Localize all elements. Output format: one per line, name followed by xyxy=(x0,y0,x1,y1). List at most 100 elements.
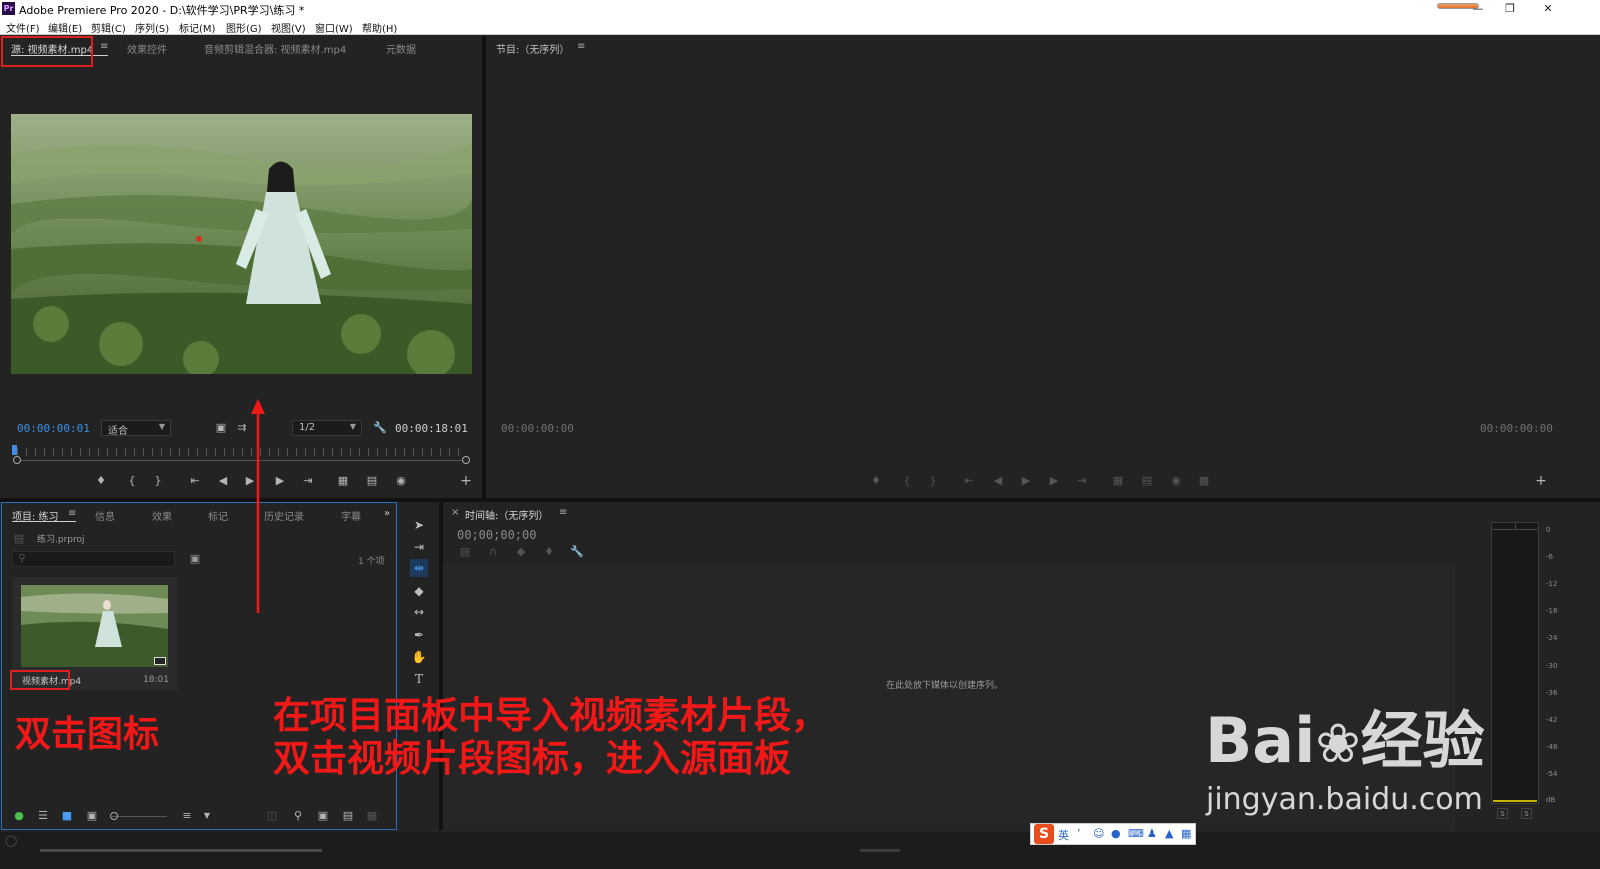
ripple-edit-tool-icon[interactable]: ⇹ xyxy=(410,559,428,577)
trash-icon[interactable]: ▦ xyxy=(365,810,379,822)
slider-handle[interactable] xyxy=(110,812,118,820)
menu-file[interactable]: 文件(F) xyxy=(6,20,40,35)
timeline-settings-icon[interactable]: 🔧 xyxy=(570,546,584,558)
tab-info[interactable]: 信息 xyxy=(95,508,115,523)
export-frame-icon[interactable]: ◉ xyxy=(1169,475,1183,487)
source-zoom-bar[interactable] xyxy=(17,460,467,461)
button-editor-plus-icon[interactable]: + xyxy=(459,474,473,488)
punctuation-icon[interactable]: ’ xyxy=(1077,827,1081,840)
insert-icon[interactable]: ▦ xyxy=(336,475,350,487)
track-select-tool-icon[interactable]: ⇥ xyxy=(410,538,428,556)
chevron-down-icon[interactable]: ▼ xyxy=(200,810,214,822)
pen-tool-icon[interactable]: ✒ xyxy=(410,626,428,644)
menu-graphics[interactable]: 图形(G) xyxy=(226,20,262,35)
project-search-input[interactable]: ⚲ xyxy=(12,551,175,567)
project-menu-icon[interactable]: ≡ xyxy=(68,508,76,519)
zoom-handle-left[interactable] xyxy=(13,456,21,464)
tab-program[interactable]: 节目:（无序列） xyxy=(496,41,569,56)
comparison-view-icon[interactable]: ▩ xyxy=(1197,475,1211,487)
play-icon[interactable]: ▶ xyxy=(1019,475,1033,487)
freeform-view-icon[interactable]: ▣ xyxy=(85,810,99,822)
automate-to-sequence-icon[interactable]: ◫ xyxy=(265,810,279,822)
user-icon[interactable]: ♟ xyxy=(1147,827,1157,840)
menu-view[interactable]: 视图(V) xyxy=(271,20,306,35)
mark-out-icon[interactable]: } xyxy=(926,475,940,487)
restore-button[interactable]: ❐ xyxy=(1492,0,1528,18)
microphone-icon[interactable]: ● xyxy=(1111,827,1121,840)
source-current-timecode[interactable]: 00:00:00:01 xyxy=(17,422,90,435)
thumbnail-size-slider[interactable] xyxy=(112,816,167,817)
slip-tool-icon[interactable]: ↔ xyxy=(410,603,428,621)
source-resolution-dropdown[interactable]: 1/2 ▼ xyxy=(292,420,362,436)
program-menu-icon[interactable]: ≡ xyxy=(577,41,585,52)
tab-markers[interactable]: 标记 xyxy=(208,508,228,523)
menu-marker[interactable]: 标记(M) xyxy=(179,20,215,35)
extract-icon[interactable]: ▤ xyxy=(1140,475,1154,487)
timeline-timecode[interactable]: 00;00;00;00 xyxy=(457,528,536,542)
close-window-button[interactable]: ✕ xyxy=(1530,0,1566,18)
mark-in-icon[interactable]: { xyxy=(900,475,914,487)
linked-selection-icon[interactable]: ◆ xyxy=(514,546,528,558)
menu-sequence[interactable]: 序列(S) xyxy=(135,20,169,35)
go-to-in-icon[interactable]: ⇤ xyxy=(188,475,202,487)
tab-timeline[interactable]: 时间轴:（无序列） xyxy=(465,507,548,522)
source-zoom-dropdown[interactable]: 适合 ▼ xyxy=(101,420,171,437)
snap-icon[interactable]: ∩ xyxy=(486,546,500,558)
tab-audio-clip-mixer[interactable]: 音频剪辑混合器: 视频素材.mp4 xyxy=(204,41,346,56)
more-tabs-icon[interactable]: » xyxy=(384,508,390,519)
menu-help[interactable]: 帮助(H) xyxy=(362,20,397,35)
sogou-logo-icon[interactable]: S xyxy=(1034,824,1054,844)
go-to-out-icon[interactable]: ⇥ xyxy=(1075,475,1089,487)
find-icon[interactable]: ⚲ xyxy=(291,810,305,822)
solo-right-button[interactable]: S xyxy=(1521,808,1532,819)
source-playhead[interactable] xyxy=(12,445,17,455)
program-current-timecode[interactable]: 00:00:00:00 xyxy=(501,422,574,435)
overwrite-icon[interactable]: ▤ xyxy=(365,475,379,487)
selection-tool-icon[interactable]: ➤ xyxy=(410,516,428,534)
add-marker-icon[interactable]: ♦ xyxy=(94,475,108,487)
nest-icon[interactable]: ▤ xyxy=(458,546,472,558)
keyboard-icon[interactable]: ⌨ xyxy=(1128,827,1144,840)
ime-language[interactable]: 英 xyxy=(1058,827,1069,843)
go-to-in-icon[interactable]: ⇤ xyxy=(962,475,976,487)
lock-icon[interactable]: ● xyxy=(12,810,26,822)
mark-in-icon[interactable]: { xyxy=(125,475,139,487)
go-to-out-icon[interactable]: ⇥ xyxy=(301,475,315,487)
horizontal-scrollbar[interactable] xyxy=(40,849,322,852)
add-marker-icon[interactable]: ♦ xyxy=(869,475,883,487)
emoji-icon[interactable]: ☺ xyxy=(1093,827,1104,840)
tab-captions[interactable]: 字幕 xyxy=(341,508,361,523)
menu-window[interactable]: 窗口(W) xyxy=(315,20,353,35)
new-bin-icon[interactable]: ▣ xyxy=(316,810,330,822)
sort-icons-icon[interactable]: ≡ xyxy=(180,810,194,822)
icon-view-icon[interactable]: ■ xyxy=(60,810,74,822)
export-frame-icon[interactable]: ◉ xyxy=(394,475,408,487)
source-video-frame[interactable] xyxy=(11,114,472,374)
new-bin-from-search-icon[interactable]: ▣ xyxy=(188,553,202,565)
add-marker-icon[interactable]: ♦ xyxy=(542,546,556,558)
hand-tool-icon[interactable]: ✋ xyxy=(410,648,428,666)
clip-thumbnail[interactable] xyxy=(21,585,168,667)
razor-tool-icon[interactable]: ◆ xyxy=(410,582,428,600)
drag-video-only-icon[interactable]: ⇉ xyxy=(235,422,249,434)
shirt-icon[interactable]: ▲ xyxy=(1165,827,1173,840)
zoom-handle-right[interactable] xyxy=(462,456,470,464)
grid-icon[interactable]: ▦ xyxy=(1181,827,1191,840)
menu-edit[interactable]: 编辑(E) xyxy=(48,20,82,35)
step-back-icon[interactable]: ◀ xyxy=(216,475,230,487)
list-view-icon[interactable]: ☰ xyxy=(36,810,50,822)
tab-effect-controls[interactable]: 效果控件 xyxy=(127,41,167,56)
step-forward-icon[interactable]: ▶ xyxy=(273,475,287,487)
source-menu-icon[interactable]: ≡ xyxy=(100,41,108,52)
source-time-ruler[interactable] xyxy=(17,448,467,456)
step-back-icon[interactable]: ◀ xyxy=(991,475,1005,487)
step-forward-icon[interactable]: ▶ xyxy=(1047,475,1061,487)
safe-margins-icon[interactable]: ▣ xyxy=(214,422,228,434)
close-tab-icon[interactable]: × xyxy=(451,507,459,518)
menu-clip[interactable]: 剪辑(C) xyxy=(91,20,126,35)
timeline-menu-icon[interactable]: ≡ xyxy=(559,507,567,518)
button-editor-plus-icon[interactable]: + xyxy=(1534,474,1548,488)
tab-effects[interactable]: 效果 xyxy=(152,508,172,523)
scroll-thumb[interactable] xyxy=(860,849,900,852)
mark-out-icon[interactable]: } xyxy=(151,475,165,487)
